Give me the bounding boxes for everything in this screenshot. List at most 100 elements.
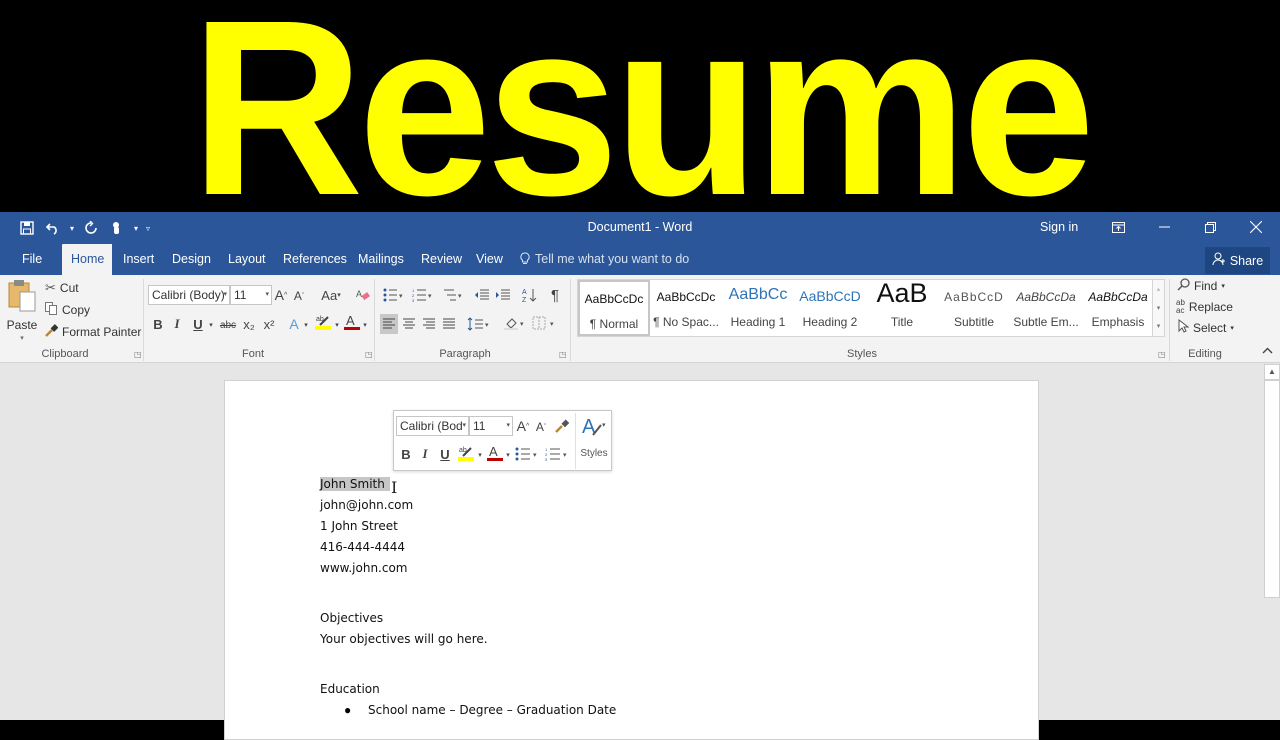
scroll-up-icon[interactable]: ▲ — [1264, 364, 1280, 380]
font-name-dropdown-icon[interactable]: ▾ — [223, 286, 227, 304]
sort-icon[interactable]: AZ — [521, 285, 539, 305]
scrollbar-thumb[interactable] — [1264, 380, 1280, 598]
collapse-ribbon-icon[interactable] — [1262, 345, 1273, 357]
font-size-dropdown-icon[interactable]: ▾ — [265, 286, 269, 304]
styles-gallery-scroll[interactable]: ▴ ▾ ▾ — [1152, 279, 1165, 337]
doc-line-phone[interactable]: 416-444-4444 — [320, 540, 405, 554]
tab-review[interactable]: Review — [413, 244, 470, 275]
tab-file[interactable]: File — [14, 244, 50, 275]
mini-font-color-dropdown-icon[interactable]: ▾ — [504, 445, 512, 465]
find-dropdown-icon[interactable]: ▾ — [1221, 282, 1225, 290]
vertical-scrollbar[interactable]: ▲ — [1262, 364, 1280, 720]
gallery-down-icon[interactable]: ▾ — [1153, 299, 1164, 318]
tell-me-search[interactable]: Tell me what you want to do — [520, 244, 689, 275]
font-color-icon[interactable]: A — [343, 312, 361, 332]
select-dropdown-icon[interactable]: ▾ — [1230, 324, 1234, 332]
styles-launcher-icon[interactable]: ◳ — [1158, 350, 1166, 359]
align-right-icon[interactable] — [420, 314, 438, 334]
shading-icon[interactable]: ▾ — [502, 313, 528, 333]
style-heading-2[interactable]: AaBbCcD Heading 2 — [794, 280, 866, 336]
subscript-button[interactable]: x₂ — [240, 314, 258, 334]
mini-numbering-icon[interactable]: 1 2 3 ▾ — [544, 444, 570, 464]
clear-formatting-icon[interactable]: A — [355, 285, 371, 305]
mini-font-name-dropdown-icon[interactable]: ▾ — [462, 417, 466, 435]
multilevel-list-icon[interactable]: ▾ — [440, 285, 466, 305]
mini-font-size-dropdown-icon[interactable]: ▾ — [506, 417, 510, 435]
highlight-color-icon[interactable]: ab — [313, 312, 333, 332]
close-icon[interactable] — [1241, 216, 1271, 238]
mini-grow-font-icon[interactable]: A ^ — [515, 416, 531, 436]
style-no-spacing[interactable]: AaBbCcDc ¶ No Spac... — [650, 280, 722, 336]
tab-references[interactable]: References — [275, 244, 355, 275]
restore-icon[interactable] — [1195, 216, 1225, 238]
align-left-icon[interactable] — [380, 314, 398, 334]
mini-underline-button[interactable]: U — [437, 444, 453, 464]
font-launcher-icon[interactable]: ◳ — [365, 350, 373, 359]
shrink-font-icon[interactable]: Aˇ — [292, 286, 306, 306]
numbering-icon[interactable]: 1 2 3 ▾ — [410, 285, 436, 305]
cut-button[interactable]: ✂ Cut — [45, 280, 79, 296]
grow-font-icon[interactable]: A ^ — [273, 285, 289, 305]
mini-bullets-icon[interactable]: ▾ — [514, 444, 540, 464]
mini-styles-label[interactable]: Styles — [578, 448, 610, 459]
strikethrough-button[interactable]: abc — [218, 315, 238, 335]
style-normal[interactable]: AaBbCcDc ¶ Normal — [578, 280, 650, 336]
change-case-button[interactable]: Aa ▾ — [317, 285, 345, 305]
mini-format-painter-icon[interactable] — [554, 416, 570, 436]
mini-styles-icon[interactable]: A ▾ — [579, 414, 609, 440]
tab-mailings[interactable]: Mailings — [350, 244, 412, 275]
bold-button[interactable]: B — [150, 314, 166, 334]
mini-font-color-icon[interactable]: A — [486, 443, 504, 463]
underline-dropdown-icon[interactable]: ▾ — [206, 315, 216, 335]
superscript-button[interactable]: x² — [260, 314, 278, 334]
mini-bold-button[interactable]: B — [398, 444, 414, 464]
line-spacing-icon[interactable]: ▾ — [466, 314, 492, 334]
clipboard-launcher-icon[interactable]: ◳ — [134, 350, 142, 359]
share-button[interactable]: Share — [1205, 247, 1270, 274]
doc-heading-objectives[interactable]: Objectives — [320, 611, 383, 625]
doc-bullet-education[interactable]: School name – Degree – Graduation Date — [368, 703, 616, 717]
paste-button[interactable]: Paste ▾ — [6, 279, 38, 342]
tab-insert[interactable]: Insert — [115, 244, 162, 275]
bullets-icon[interactable]: ▾ — [381, 285, 407, 305]
mini-highlight-icon[interactable]: ab — [456, 443, 476, 463]
tab-design[interactable]: Design — [164, 244, 219, 275]
gallery-up-icon[interactable]: ▴ — [1153, 280, 1164, 299]
mini-font-name-combo[interactable]: Calibri (Bod ▾ — [396, 416, 469, 436]
paragraph-launcher-icon[interactable]: ◳ — [559, 350, 567, 359]
borders-icon[interactable]: ▾ — [531, 313, 559, 333]
mini-shrink-font-icon[interactable]: Aˇ — [534, 417, 548, 437]
doc-line-website[interactable]: www.john.com — [320, 561, 408, 575]
replace-button[interactable]: ab ac Replace — [1176, 299, 1233, 315]
italic-button[interactable]: I — [170, 314, 184, 334]
font-size-combo[interactable]: 11 ▾ — [230, 285, 272, 305]
style-title[interactable]: AaB Title — [866, 278, 938, 336]
increase-indent-icon[interactable] — [494, 285, 512, 305]
sign-in-link[interactable]: Sign in — [1040, 220, 1078, 234]
tab-layout[interactable]: Layout — [220, 244, 274, 275]
mini-highlight-dropdown-icon[interactable]: ▾ — [476, 445, 484, 465]
select-button[interactable]: Select ▾ — [1178, 318, 1234, 336]
style-emphasis[interactable]: AaBbCcDa Emphasis — [1082, 280, 1154, 336]
underline-button[interactable]: U — [190, 314, 206, 334]
minimize-icon[interactable] — [1149, 216, 1179, 238]
paste-dropdown-icon[interactable]: ▾ — [20, 334, 24, 342]
style-subtitle[interactable]: AaBbCcD Subtitle — [938, 280, 1010, 336]
tab-home[interactable]: Home — [62, 244, 112, 275]
document-page[interactable]: John Smith john@john.com 1 John Street 4… — [224, 380, 1039, 740]
doc-line-email[interactable]: john@john.com — [320, 498, 413, 512]
format-painter-button[interactable]: Format Painter — [45, 324, 141, 340]
tab-view[interactable]: View — [468, 244, 511, 275]
doc-line-name[interactable]: John Smith — [320, 477, 390, 491]
text-effects-icon[interactable]: A — [285, 314, 303, 334]
style-subtle-emphasis[interactable]: AaBbCcDa Subtle Em... — [1010, 280, 1082, 336]
align-center-icon[interactable] — [400, 314, 418, 334]
gallery-more-icon[interactable]: ▾ — [1153, 318, 1164, 336]
selected-name-text[interactable]: John Smith — [320, 477, 390, 491]
style-heading-1[interactable]: AaBbCc Heading 1 — [722, 280, 794, 336]
highlight-dropdown-icon[interactable]: ▾ — [333, 315, 341, 335]
ribbon-display-options-icon[interactable] — [1103, 216, 1133, 238]
doc-heading-education[interactable]: Education — [320, 682, 380, 696]
show-formatting-marks-icon[interactable]: ¶ — [547, 285, 563, 305]
font-name-combo[interactable]: Calibri (Body) ▾ — [148, 285, 230, 305]
